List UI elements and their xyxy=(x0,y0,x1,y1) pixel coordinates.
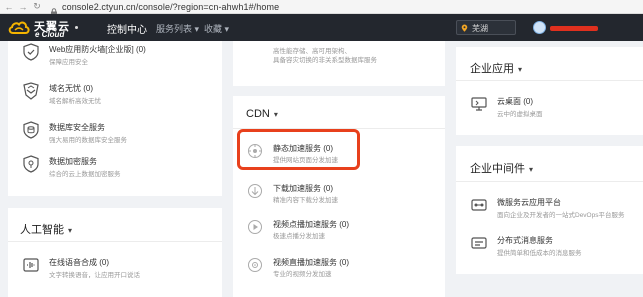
cloud-logo-icon xyxy=(8,21,30,34)
microservice-icon xyxy=(471,199,487,211)
section-title: 人工智能 xyxy=(20,224,64,236)
back-icon[interactable]: ← xyxy=(4,2,14,12)
service-desc: 极速点播分发加速 xyxy=(273,233,325,240)
nav-favorites-menu[interactable]: 收藏 ▾ xyxy=(204,22,229,35)
service-desc: 综合的云上数据加密服务 xyxy=(49,171,121,178)
chevron-down-icon: ▾ xyxy=(518,65,523,74)
voice-icon xyxy=(23,258,39,272)
region-selector[interactable]: 芜湖 xyxy=(456,20,516,35)
divider xyxy=(8,241,222,242)
service-title: 视频点播加速服务 (0) xyxy=(273,220,349,229)
divider xyxy=(456,181,643,182)
shield-key-icon xyxy=(23,155,39,173)
annotation-highlight-box xyxy=(237,129,360,170)
section-header-enterprise-apps[interactable]: 企业应用 ▾ xyxy=(470,60,522,76)
url-text[interactable]: console2.ctyun.cn/console/?region=cn-ahw… xyxy=(62,2,279,12)
service-desc: 强大易用的数据库安全服务 xyxy=(49,137,127,144)
card-gap xyxy=(233,86,445,96)
logo-subtitle: e Cloud xyxy=(35,30,65,39)
chevron-down-icon: ▾ xyxy=(273,110,278,119)
cdn-download-icon xyxy=(248,184,262,198)
service-desc: 提供简单和低成本的消息服务 xyxy=(497,250,582,257)
service-desc: 面向企业及开发者的一站式DevOps平台服务 xyxy=(497,212,625,219)
redacted-username[interactable] xyxy=(550,26,598,31)
lock-icon xyxy=(50,3,58,16)
service-title: 数据加密服务 xyxy=(49,157,97,166)
enterprise-apps-card: 企业应用 ▾ 云桌面 (0) 云中的虚拟桌面 xyxy=(456,47,643,135)
section-header-ai[interactable]: 人工智能 ▾ xyxy=(20,221,72,237)
service-desc: 精准内容下载分发加速 xyxy=(273,197,338,204)
section-header-middleware[interactable]: 企业中间件 ▾ xyxy=(470,160,533,176)
forward-icon[interactable]: → xyxy=(18,2,28,12)
nav-console[interactable]: 控制中心 xyxy=(107,21,147,36)
enterprise-middleware-card: 企业中间件 ▾ 微服务云应用平台 面向企业及开发者的一站式DevOps平台服务 分… xyxy=(456,146,643,274)
service-title: 在线语音合成 (0) xyxy=(49,258,109,267)
service-desc: 专业的视频分发加速 xyxy=(273,271,332,278)
service-title: 视频直播加速服务 (0) xyxy=(273,258,349,267)
top-navigation: 天翼云 e Cloud 控制中心 服务列表 ▾ 收藏 ▾ 芜湖 xyxy=(0,14,643,41)
section-title: CDN xyxy=(246,108,270,120)
cdn-live-icon xyxy=(248,258,262,272)
shield-check-icon xyxy=(23,43,39,61)
reload-icon[interactable]: ↻ xyxy=(32,1,42,12)
chevron-down-icon: ▾ xyxy=(529,165,534,174)
location-pin-icon xyxy=(461,24,468,32)
service-title: Web应用防火墙[企业版] (0) xyxy=(49,45,146,54)
nosql-desc-line2: 具备容灾切换的非关系型数据库服务 xyxy=(273,57,377,64)
service-title: 域名无忧 (0) xyxy=(49,84,93,93)
message-icon xyxy=(471,237,487,249)
service-desc: 域名解析高效无忧 xyxy=(49,98,101,105)
service-desc: 云中的虚拟桌面 xyxy=(497,111,543,118)
section-header-cdn[interactable]: CDN ▾ xyxy=(246,108,278,120)
browser-address-bar: ← → ↻ console2.ctyun.cn/console/?region=… xyxy=(0,0,643,16)
shield-globe-icon xyxy=(23,82,39,100)
section-title: 企业应用 xyxy=(470,63,514,75)
divider xyxy=(456,80,643,81)
cdn-vod-icon xyxy=(248,220,262,234)
nav-services-menu[interactable]: 服务列表 ▾ xyxy=(156,22,199,35)
separator-dot xyxy=(75,26,78,29)
service-desc: 保障应用安全 xyxy=(49,59,88,66)
user-avatar[interactable] xyxy=(533,21,546,34)
section-title: 企业中间件 xyxy=(470,163,525,175)
chevron-down-icon: ▾ xyxy=(68,226,73,235)
region-name: 芜湖 xyxy=(472,24,488,33)
service-title: 云桌面 (0) xyxy=(497,97,533,106)
desktop-icon xyxy=(471,97,487,111)
service-title: 微服务云应用平台 xyxy=(497,198,561,207)
service-title: 下载加速服务 (0) xyxy=(273,184,333,193)
security-services-card: Web应用防火墙[企业版] (0) 保障应用安全 域名无忧 (0) 域名解析高效… xyxy=(8,41,222,196)
service-title: 数据库安全服务 xyxy=(49,123,105,132)
shield-db-icon xyxy=(23,121,39,139)
service-title: 分布式消息服务 xyxy=(497,236,553,245)
ai-services-card: 人工智能 ▾ 在线语音合成 (0) 文字转换语音，让应用开口说话 xyxy=(8,208,222,297)
service-desc: 文字转换语音，让应用开口说话 xyxy=(49,272,140,279)
